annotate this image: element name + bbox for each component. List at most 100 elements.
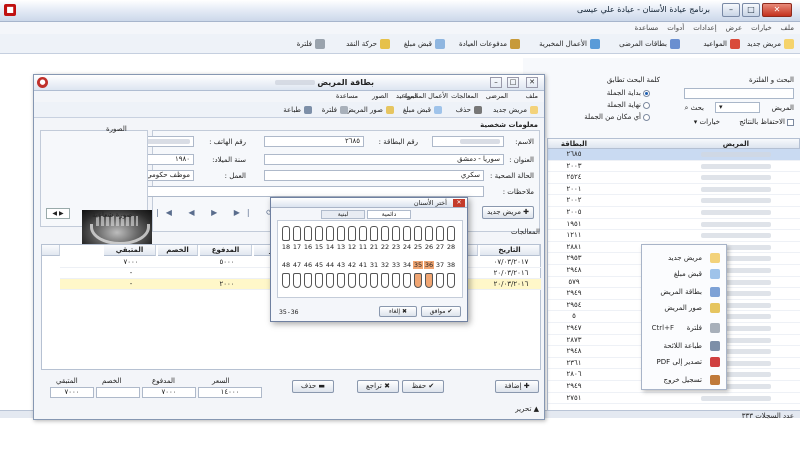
lower-tooth-number[interactable]: 31: [369, 261, 379, 269]
upper-tooth-number[interactable]: 27: [435, 243, 445, 251]
option-end[interactable]: نهاية الجملة: [607, 101, 650, 109]
menu-tools[interactable]: أدوات: [667, 22, 684, 34]
menu-view[interactable]: عرض: [726, 22, 743, 34]
upper-tooth-shape[interactable]: [348, 226, 356, 241]
lower-tooth-shape[interactable]: [348, 273, 356, 288]
lower-tooth-number[interactable]: 46: [303, 261, 313, 269]
teeth-ok-button[interactable]: ✔ موافق: [421, 306, 461, 317]
lower-tooth-shape[interactable]: [436, 273, 444, 288]
card-menu-item[interactable]: المواعيد: [396, 92, 418, 100]
photo-nav-buttons[interactable]: ◀ ▶: [46, 208, 70, 219]
patient-row[interactable]: ٢٧٥١: [548, 393, 800, 405]
patient-row[interactable]: ٢٦٨٥: [548, 149, 800, 161]
context-item[interactable]: بطاقة المريض: [640, 284, 726, 300]
upper-tooth-shape[interactable]: [282, 226, 290, 241]
card-minimize-button[interactable]: –: [490, 77, 502, 88]
table-header[interactable]: المدفوع: [200, 245, 252, 256]
card-menu-item[interactable]: المرضى: [486, 92, 508, 100]
upper-tooth-shape[interactable]: [425, 226, 433, 241]
name-field[interactable]: [432, 136, 504, 147]
lower-tooth-number[interactable]: 38: [446, 261, 456, 269]
lower-tooth-shape[interactable]: [293, 273, 301, 288]
patient-row[interactable]: ٢٠٠٣: [548, 161, 800, 173]
record-navigator[interactable]: |◀ ◀ ▶ ▶| ⟳: [156, 208, 280, 217]
lower-tooth-number[interactable]: 48: [281, 261, 291, 269]
context-item[interactable]: طباعة اللائحة: [640, 338, 726, 354]
context-item[interactable]: فلترة Ctrl+F: [640, 320, 726, 336]
toolbar-cash-flow[interactable]: حركة النقد: [346, 37, 390, 51]
search-input[interactable]: [684, 88, 794, 99]
upper-tooth-number[interactable]: 23: [391, 243, 401, 251]
lower-tooth-number[interactable]: 33: [391, 261, 401, 269]
patient-row[interactable]: ١٩٥١: [548, 219, 800, 231]
upper-tooth-number[interactable]: 15: [314, 243, 324, 251]
upper-tooth-shape[interactable]: [392, 226, 400, 241]
upper-tooth-shape[interactable]: [370, 226, 378, 241]
upper-tooth-number[interactable]: 25: [413, 243, 423, 251]
context-item[interactable]: مريض جديد: [640, 250, 726, 266]
upper-tooth-number[interactable]: 24: [402, 243, 412, 251]
lower-tooth-number[interactable]: 47: [292, 261, 302, 269]
upper-tooth-shape[interactable]: [315, 226, 323, 241]
close-button[interactable]: ✕: [762, 3, 792, 17]
tab-permanent[interactable]: دائمية: [367, 210, 411, 219]
lower-tooth-shape[interactable]: [425, 273, 433, 288]
upper-tooth-shape[interactable]: [414, 226, 422, 241]
toolbar-filter[interactable]: فلترة: [297, 37, 325, 51]
upper-tooth-number[interactable]: 28: [446, 243, 456, 251]
options-button[interactable]: خيارات ▾: [694, 118, 720, 126]
card-toolbar-item[interactable]: قبض مبلغ: [403, 103, 442, 117]
lower-tooth-shape[interactable]: [392, 273, 400, 288]
patient-row[interactable]: ٢٠٠٢: [548, 195, 800, 207]
add-patient-button[interactable]: ✚ مريض جديد: [482, 206, 534, 219]
lower-tooth-number[interactable]: 36: [424, 261, 434, 269]
upper-tooth-number[interactable]: 13: [336, 243, 346, 251]
lower-tooth-shape[interactable]: [447, 273, 455, 288]
context-item[interactable]: تسجيل خروج: [640, 372, 726, 388]
upper-tooth-shape[interactable]: [436, 226, 444, 241]
upper-tooth-number[interactable]: 12: [347, 243, 357, 251]
table-header[interactable]: المتبقي: [104, 245, 156, 256]
lower-tooth-shape[interactable]: [326, 273, 334, 288]
card-maximize-button[interactable]: □: [507, 77, 519, 88]
lower-tooth-shape[interactable]: [403, 273, 411, 288]
lower-tooth-shape[interactable]: [304, 273, 312, 288]
option-start[interactable]: بداية الجملة: [607, 89, 650, 97]
card-menu-item[interactable]: المعالجات: [451, 92, 478, 100]
health-field[interactable]: سكري: [264, 170, 484, 181]
upper-tooth-shape[interactable]: [381, 226, 389, 241]
toolbar-clinic-payments[interactable]: مدفوعات العيادة: [459, 37, 520, 51]
menu-file[interactable]: ملف: [781, 22, 794, 34]
lower-tooth-number[interactable]: 43: [336, 261, 346, 269]
undo-button[interactable]: ✖ تراجع: [357, 380, 399, 393]
upper-tooth-number[interactable]: 22: [380, 243, 390, 251]
upper-tooth-number[interactable]: 18: [281, 243, 291, 251]
maximize-button[interactable]: □: [742, 3, 760, 17]
card-toolbar-item[interactable]: صور المريض: [345, 103, 394, 117]
upper-tooth-shape[interactable]: [359, 226, 367, 241]
lower-tooth-shape[interactable]: [282, 273, 290, 288]
context-item[interactable]: قبض مبلغ: [640, 266, 726, 282]
option-anywhere[interactable]: أي مكان من الجملة: [584, 113, 650, 121]
card-toolbar-item[interactable]: فلترة: [322, 103, 348, 117]
col-patient[interactable]: المريض: [723, 140, 749, 148]
lower-tooth-number[interactable]: 41: [358, 261, 368, 269]
card-close-button[interactable]: ✕: [526, 77, 538, 88]
minimize-button[interactable]: –: [722, 3, 740, 17]
delete-button[interactable]: ▬ حذف: [292, 380, 334, 393]
card-menu-item[interactable]: الصور: [372, 92, 388, 100]
card-number-field[interactable]: ٢٦٨٥: [264, 136, 364, 147]
keep-results-checkbox[interactable]: الاحتفاظ بالنتائج: [739, 118, 794, 126]
context-item[interactable]: تصدير إلى PDF: [640, 354, 726, 370]
upper-tooth-shape[interactable]: [326, 226, 334, 241]
toolbar-appointments[interactable]: المواعيد: [703, 37, 740, 51]
tab-deciduous[interactable]: لبنية: [321, 210, 365, 219]
menu-help[interactable]: مساعدة: [635, 22, 659, 34]
upper-tooth-number[interactable]: 14: [325, 243, 335, 251]
lower-tooth-shape[interactable]: [359, 273, 367, 288]
table-header[interactable]: التاريخ: [480, 245, 540, 256]
upper-tooth-shape[interactable]: [403, 226, 411, 241]
upper-tooth-shape[interactable]: [447, 226, 455, 241]
lower-tooth-number[interactable]: 44: [325, 261, 335, 269]
upper-tooth-shape[interactable]: [293, 226, 301, 241]
